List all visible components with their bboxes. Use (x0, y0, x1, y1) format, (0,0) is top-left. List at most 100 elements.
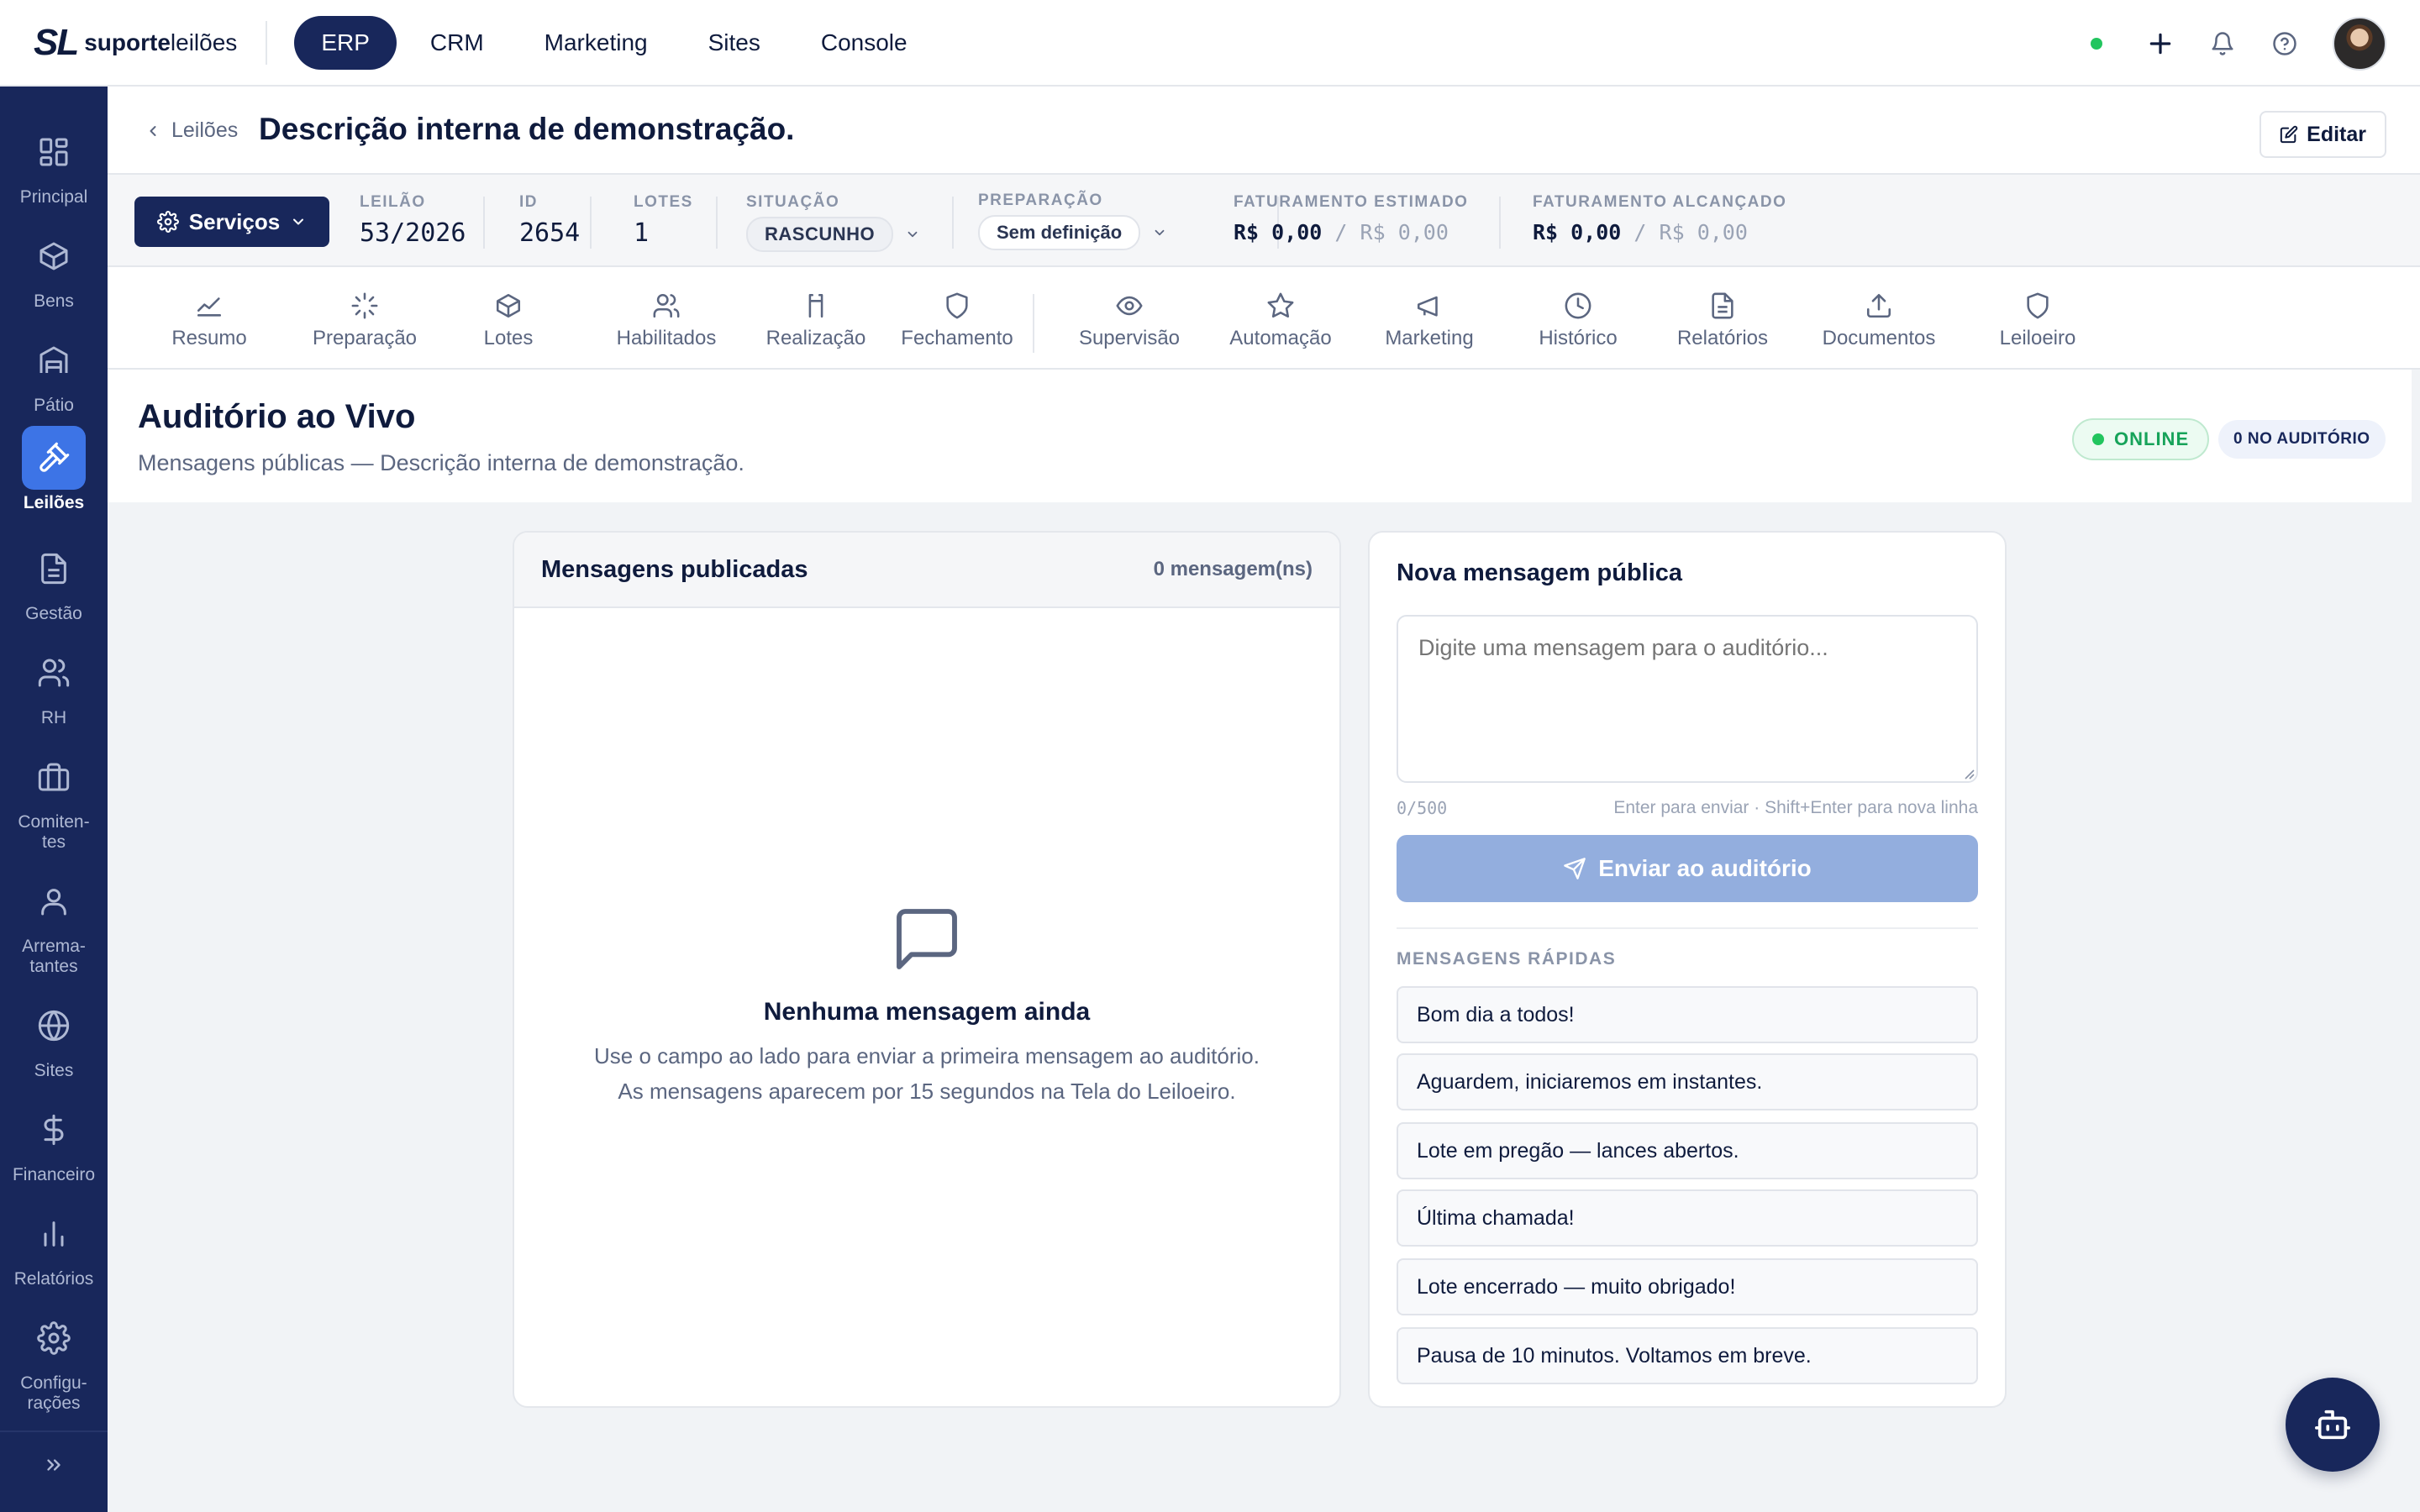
tab-preparacao[interactable]: Preparação (281, 279, 449, 363)
brand-name: suporteleilões (84, 29, 238, 55)
sidebar-item-sites[interactable]: Sites (0, 994, 108, 1081)
sidebar-item-label: Arrema- tantes (22, 937, 86, 976)
sidebar-item-label: Gestão (25, 604, 82, 623)
stat-faturamento-estimado-inner: FATURAMENTO ESTIMADO R$ 0,00 / R$ 0,00 (1234, 193, 1468, 244)
assistant-bot-button[interactable] (2286, 1378, 2380, 1472)
message-input[interactable] (1397, 615, 1978, 783)
tab-label: Realização (765, 327, 866, 349)
quick-message[interactable]: Aguardem, iniciaremos em instantes. (1397, 1053, 1978, 1110)
sidebar-item-label: Configu- rações (20, 1373, 87, 1413)
resize-grip-icon[interactable] (1963, 768, 1975, 780)
gear-icon (22, 1306, 86, 1370)
sidebar-item-principal[interactable]: Principal (0, 120, 108, 207)
online-dot (2092, 433, 2104, 445)
topnav-sites[interactable]: Sites (681, 16, 787, 70)
edit-button[interactable]: Editar (2260, 111, 2386, 158)
topnav-crm[interactable]: CRM (403, 16, 511, 70)
quick-message[interactable]: Última chamada! (1397, 1189, 1978, 1247)
sidebar-item-financeiro[interactable]: Financeiro (0, 1098, 108, 1185)
tab-supervisao[interactable]: Supervisão (1054, 279, 1205, 363)
stat-label: FATURAMENTO ESTIMADO (1234, 193, 1469, 211)
star-icon (1267, 292, 1294, 318)
bracket-icon (808, 293, 823, 318)
topnav-erp[interactable]: ERP (294, 15, 397, 70)
quick-message[interactable]: Lote em pregão — lances abertos. (1397, 1122, 1978, 1179)
sidebar-item-configuracoes[interactable]: Configu- rações (0, 1306, 108, 1414)
bell-icon[interactable] (2208, 29, 2237, 58)
sidebar-item-relatorios[interactable]: Relatórios (0, 1202, 108, 1289)
sidebar-item-rh[interactable]: RH (0, 641, 108, 728)
file-icon (1712, 292, 1733, 319)
sidebar-item-leiloes[interactable]: Leilões (0, 426, 108, 513)
new-message-title: Nova mensagem pública (1397, 559, 1683, 586)
stat-label: SITUAÇÃO (746, 193, 840, 211)
stat-label: PREPARAÇÃO (978, 192, 1103, 209)
situacao-select[interactable]: RASCUNHO (746, 217, 920, 252)
brand-logo[interactable]: SL suporteleilões (34, 18, 237, 68)
topnav-marketing[interactable]: Marketing (518, 16, 675, 70)
services-dropdown-button[interactable]: Serviços (134, 197, 329, 247)
sidebar-collapse-button[interactable] (0, 1431, 108, 1498)
sidebar-item-comitentes[interactable]: Comiten- tes (0, 745, 108, 853)
user-avatar[interactable] (2333, 16, 2386, 71)
sidebar-item-bens[interactable]: Bens (0, 224, 108, 312)
divider (590, 197, 592, 249)
tab-label: Relatórios (1676, 327, 1769, 349)
tab-automacao[interactable]: Automação (1205, 279, 1356, 363)
top-bar: SL suporteleilões ERP CRM Marketing Site… (0, 0, 2420, 87)
sidebar-item-gestao[interactable]: Gestão (0, 537, 108, 624)
preparacao-select[interactable]: Sem definição (978, 215, 1167, 250)
stat-label: ID (519, 193, 538, 211)
stat-label: FATURAMENTO ALCANÇADO (1533, 193, 1787, 211)
tab-leiloeiro[interactable]: Leiloeiro (1966, 279, 2109, 363)
chevron-down-icon (1155, 229, 1165, 236)
connection-status-dot (2091, 37, 2102, 50)
situacao-value: RASCUNHO (746, 217, 894, 252)
tab-label: Habilitados (616, 327, 717, 349)
quick-message[interactable]: Lote encerrado — muito obrigado! (1397, 1258, 1978, 1315)
tab-label: Supervisão (1078, 327, 1181, 349)
stat-situacao: SITUAÇÃO RASCUNHO (746, 193, 920, 252)
sidebar-item-label: RH (40, 708, 67, 727)
tab-lotes[interactable]: Lotes (454, 279, 563, 363)
published-messages-panel: Mensagens publicadas 0 mensagem(ns) Nenh… (513, 531, 1341, 1408)
tab-resumo[interactable]: Resumo (146, 279, 272, 363)
tab-fechamento[interactable]: Fechamento (885, 279, 1029, 363)
topnav-console[interactable]: Console (794, 16, 934, 70)
chevron-down-icon (908, 231, 918, 238)
chevron-down-icon (293, 218, 304, 225)
tab-habilitados[interactable]: Habilitados (582, 279, 750, 363)
sidebar-item-patio[interactable]: Pátio (0, 328, 108, 416)
send-icon (1564, 858, 1586, 879)
sidebar-item-arrematantes[interactable]: Arrema- tantes (0, 869, 108, 977)
breadcrumb-back[interactable]: Leilões (145, 118, 238, 143)
brand-divider (266, 20, 268, 65)
tab-label: Histórico (1539, 327, 1618, 349)
chevron-left-icon (150, 125, 156, 136)
tab-realizacao[interactable]: Realização (732, 279, 900, 363)
tab-relatorios[interactable]: Relatórios (1650, 279, 1795, 363)
tab-historico[interactable]: Histórico (1507, 279, 1649, 363)
quick-message[interactable]: Bom dia a todos! (1397, 986, 1978, 1043)
stat-value: 53/2026 (360, 218, 466, 248)
tab-divider (1033, 294, 1034, 353)
message-square-icon (897, 909, 957, 969)
quick-message[interactable]: Pausa de 10 minutos. Voltamos em breve. (1397, 1327, 1978, 1384)
warehouse-icon (22, 328, 86, 392)
character-counter: 0/500 (1397, 798, 1448, 818)
stat-preparacao: PREPARAÇÃO Sem definição (978, 192, 1167, 250)
stat-label: LOTES (634, 193, 693, 211)
tab-marketing[interactable]: Marketing (1358, 279, 1501, 363)
tab-documentos[interactable]: Documentos (1797, 279, 1961, 363)
tab-label: Documentos (1822, 327, 1936, 349)
brand-mark: SL (34, 21, 79, 63)
users-icon (22, 641, 86, 705)
bar-chart-icon (22, 1202, 86, 1266)
empty-state-description: Use o campo ao lado para enviar a primei… (594, 1043, 1260, 1104)
send-to-audience-button[interactable]: Enviar ao auditório (1397, 835, 1978, 902)
keyboard-hint: Enter para enviar · Shift+Enter para nov… (1613, 798, 1978, 817)
quick-messages-label: MENSAGENS RÁPIDAS (1397, 949, 1617, 969)
help-icon[interactable] (2270, 29, 2299, 58)
eye-icon (1116, 296, 1143, 316)
plus-icon[interactable] (2146, 29, 2175, 58)
